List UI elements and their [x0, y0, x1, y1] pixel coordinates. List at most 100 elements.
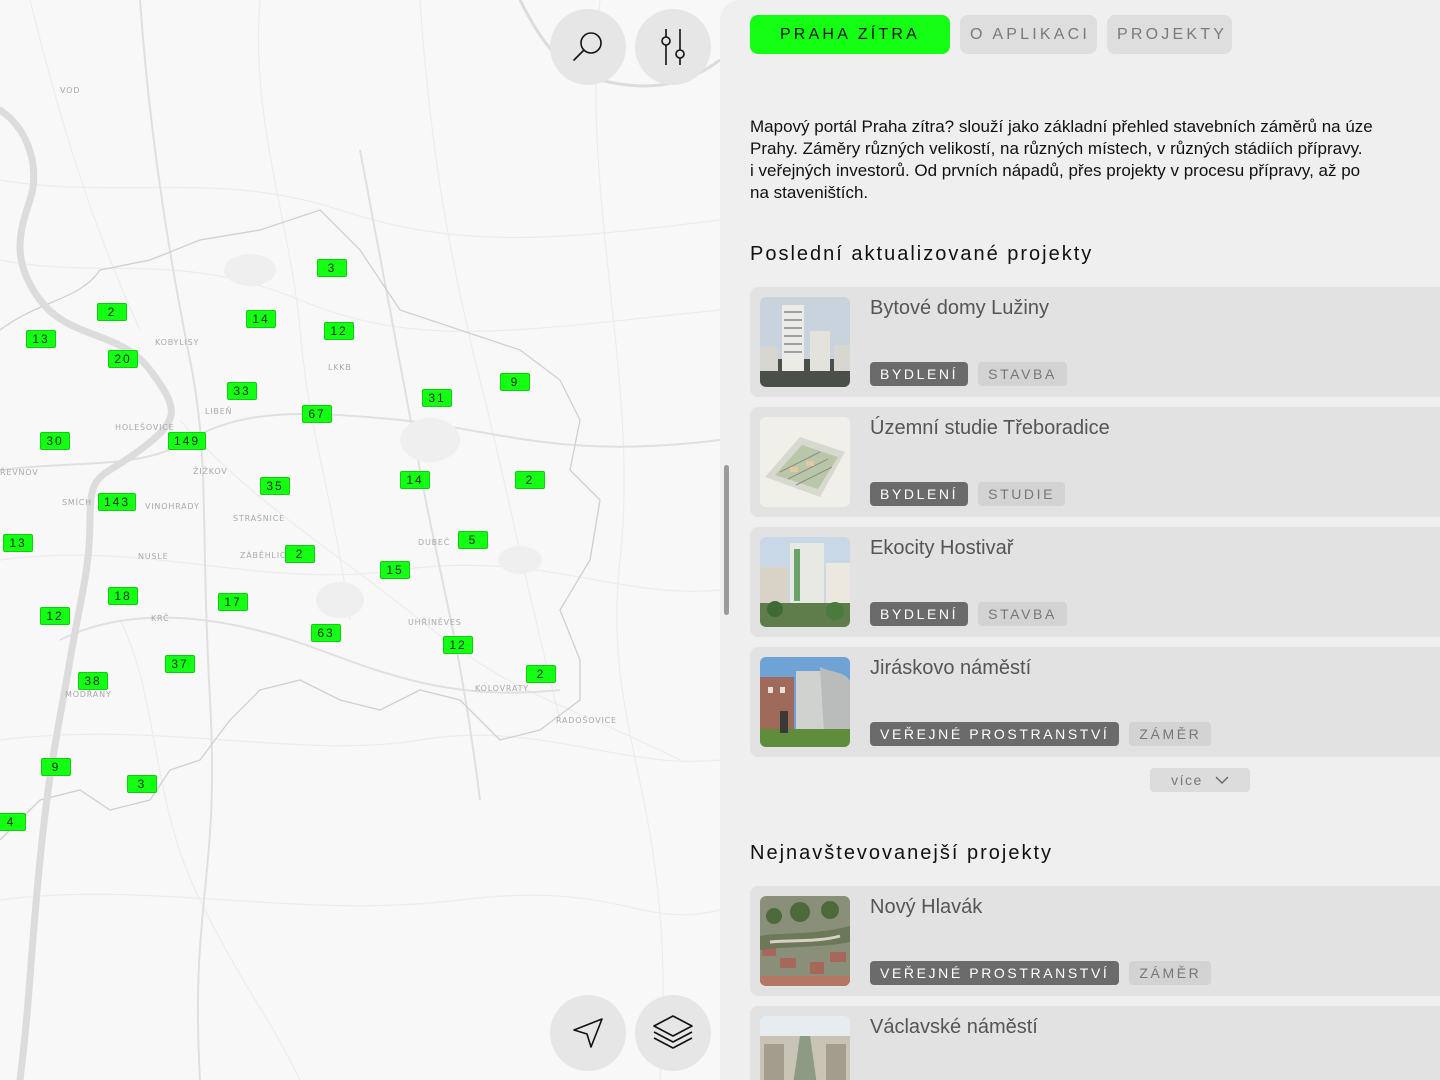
district-label: KOLOVRATY [475, 684, 529, 693]
district-label: ŘEVNOV [0, 468, 39, 477]
district-label: KOBYLISY [155, 338, 200, 347]
cluster-marker[interactable]: 35 [260, 477, 290, 495]
district-label: NUSLE [138, 552, 169, 561]
panel-scrollbar[interactable] [724, 465, 729, 615]
project-card[interactable]: Nový Hlavák VEŘEJNÉ PROSTRANSTVÍ ZÁMĚR [750, 886, 1440, 996]
cluster-marker[interactable]: 67 [302, 405, 332, 423]
cluster-marker[interactable]: 37 [165, 655, 195, 673]
chevron-down-icon [1215, 776, 1229, 784]
sliders-icon [661, 29, 685, 65]
project-card[interactable]: Václavské náměstí [750, 1006, 1440, 1080]
cluster-marker[interactable]: 4 [0, 813, 26, 831]
recent-projects-title: Poslední aktualizované projekty [750, 243, 1094, 265]
district-label: KRČ [151, 614, 170, 623]
project-tags: BYDLENÍ STAVBA [870, 602, 1067, 626]
cluster-marker[interactable]: 63 [311, 624, 341, 642]
layers-icon [653, 1015, 693, 1049]
cluster-marker[interactable]: 3 [127, 775, 157, 793]
district-label: VOD [60, 86, 81, 95]
project-tags: VEŘEJNÉ PROSTRANSTVÍ ZÁMĚR [870, 961, 1212, 985]
category-tag: BYDLENÍ [870, 602, 969, 626]
stage-tag: STAVBA [978, 362, 1067, 386]
cluster-marker[interactable]: 3 [317, 259, 347, 277]
cluster-marker[interactable]: 14 [400, 471, 430, 489]
cluster-marker[interactable]: 15 [380, 561, 410, 579]
search-button[interactable] [550, 9, 626, 85]
stage-tag: STUDIE [978, 482, 1066, 506]
tab-praha-zitra[interactable]: PRAHA ZÍTRA [750, 15, 950, 54]
category-tag: BYDLENÍ [870, 362, 969, 386]
cluster-marker[interactable]: 2 [97, 303, 127, 321]
more-label: více [1171, 772, 1203, 788]
tab-bar: PRAHA ZÍTRA O APLIKACI PROJEKTY [750, 15, 1232, 54]
stage-tag: ZÁMĚR [1129, 722, 1212, 746]
map-base [0, 0, 720, 1080]
project-title: Územní studie Třeboradice [870, 417, 1110, 439]
project-card[interactable]: Ekocity Hostivař BYDLENÍ STAVBA [750, 527, 1440, 637]
project-tags: VEŘEJNÉ PROSTRANSTVÍ ZÁMĚR [870, 722, 1212, 746]
project-thumbnail [760, 537, 850, 627]
cluster-marker[interactable]: 12 [324, 322, 354, 340]
cluster-marker[interactable]: 5 [458, 531, 488, 549]
tab-projekty[interactable]: PROJEKTY [1107, 15, 1232, 54]
district-label: RADOŠOVICE [556, 716, 617, 725]
project-card[interactable]: Jiráskovo náměstí VEŘEJNÉ PROSTRANSTVÍ Z… [750, 647, 1440, 757]
filter-button[interactable] [635, 9, 711, 85]
district-label: SMÍCH [62, 498, 92, 507]
cluster-marker[interactable]: 17 [218, 593, 248, 611]
project-card[interactable]: Územní studie Třeboradice BYDLENÍ STUDIE [750, 407, 1440, 517]
cluster-marker[interactable]: 12 [443, 636, 473, 654]
project-card[interactable]: Bytové domy Lužiny BYDLENÍ STAVBA [750, 287, 1440, 397]
cluster-marker[interactable]: 143 [98, 493, 137, 511]
district-label: UHŘÍNĚVES [408, 618, 462, 627]
district-label: DUBEČ [418, 538, 451, 547]
cluster-marker[interactable]: 2 [526, 665, 556, 683]
cluster-marker[interactable]: 30 [40, 432, 70, 450]
project-thumbnail [760, 657, 850, 747]
district-label: LKKB [328, 363, 352, 372]
cluster-marker[interactable]: 18 [108, 587, 138, 605]
stage-tag: STAVBA [978, 602, 1067, 626]
side-panel: PRAHA ZÍTRA O APLIKACI PROJEKTY Mapový p… [720, 0, 1440, 1080]
more-button[interactable]: více [1150, 768, 1250, 792]
cluster-marker[interactable]: 33 [227, 382, 257, 400]
cluster-marker[interactable]: 13 [3, 534, 33, 552]
project-title: Nový Hlavák [870, 896, 983, 918]
cluster-marker[interactable]: 13 [26, 330, 56, 348]
district-label: ŽIŽKOV [193, 467, 228, 476]
tab-o-aplikaci[interactable]: O APLIKACI [960, 15, 1097, 54]
category-tag: VEŘEJNÉ PROSTRANSTVÍ [870, 722, 1120, 746]
district-label: HOLEŠOVICE [115, 423, 175, 432]
visited-projects-title: Nejnavštevovanejší projekty [750, 842, 1054, 864]
project-thumbnail [760, 417, 850, 507]
category-tag: VEŘEJNÉ PROSTRANSTVÍ [870, 961, 1120, 985]
cluster-marker[interactable]: 2 [285, 545, 315, 563]
cluster-marker[interactable]: 9 [500, 373, 530, 391]
cluster-marker[interactable]: 2 [515, 471, 545, 489]
stage-tag: ZÁMĚR [1129, 961, 1212, 985]
map[interactable]: VOD KOBYLISY LKKB LIBEŇ HOLEŠOVICE ŘEVNOV ŽIŽK… [0, 0, 720, 1080]
search-icon [573, 32, 602, 61]
project-title: Ekocity Hostivař [870, 537, 1014, 559]
project-title: Václavské náměstí [870, 1016, 1038, 1038]
navigation-arrow-icon [573, 1018, 603, 1048]
cluster-marker[interactable]: 20 [108, 350, 138, 368]
layers-button[interactable] [635, 995, 711, 1071]
district-label: STRAŠNICE [233, 514, 285, 523]
app: VOD KOBYLISY LKKB LIBEŇ HOLEŠOVICE ŘEVNOV ŽIŽK… [0, 0, 1440, 1080]
locate-button[interactable] [550, 995, 626, 1071]
district-label: VINOHRADY [145, 502, 200, 511]
cluster-marker[interactable]: 9 [41, 758, 71, 776]
district-label: LIBEŇ [205, 407, 233, 416]
project-thumbnail [760, 297, 850, 387]
cluster-marker[interactable]: 149 [168, 432, 207, 450]
project-thumbnail [760, 896, 850, 986]
project-thumbnail [760, 1016, 850, 1080]
project-title: Jiráskovo náměstí [870, 657, 1032, 679]
cluster-marker[interactable]: 12 [40, 607, 70, 625]
category-tag: BYDLENÍ [870, 482, 969, 506]
cluster-marker[interactable]: 31 [422, 389, 452, 407]
cluster-marker[interactable]: 14 [246, 310, 276, 328]
cluster-marker[interactable]: 38 [78, 672, 108, 690]
intro-text: Mapový portál Praha zítra? slouží jako z… [750, 117, 1373, 202]
